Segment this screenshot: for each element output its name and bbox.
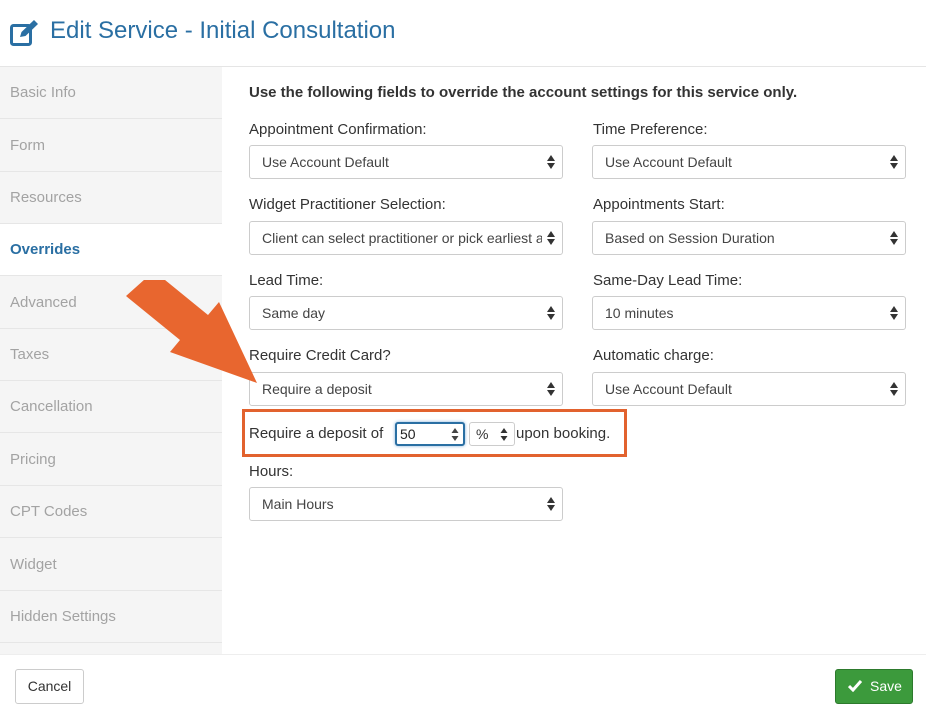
select-arrows-icon — [890, 231, 898, 245]
lead-time-value: Same day — [262, 305, 326, 321]
select-arrows-icon — [547, 155, 555, 169]
select-arrows-icon — [890, 382, 898, 396]
automatic-charge-value: Use Account Default — [605, 381, 732, 397]
appointment-confirmation-select[interactable]: Use Account Default — [249, 145, 563, 179]
select-arrows-icon — [547, 497, 555, 511]
deposit-amount-value: 50 — [400, 426, 416, 442]
require-credit-card-value: Require a deposit — [262, 381, 372, 397]
stepper-arrows-icon[interactable] — [451, 427, 459, 442]
deposit-unit-select[interactable]: % — [469, 422, 515, 446]
widget-practitioner-selection-select[interactable]: Client can select practitioner or pick e… — [249, 221, 563, 255]
appointment-confirmation-value: Use Account Default — [262, 154, 389, 170]
appointments-start-label: Appointments Start: — [593, 196, 725, 213]
modal-header: Edit Service - Initial Consultation — [0, 0, 926, 67]
automatic-charge-label: Automatic charge: — [593, 347, 714, 364]
time-preference-select[interactable]: Use Account Default — [592, 145, 906, 179]
sidebar-item-cancellation[interactable]: Cancellation — [0, 381, 222, 433]
select-arrows-icon — [547, 306, 555, 320]
select-arrows-icon — [547, 382, 555, 396]
sidebar-item-pricing[interactable]: Pricing — [0, 434, 222, 486]
sidebar-item-resources[interactable]: Resources — [0, 172, 222, 224]
same-day-lead-time-value: 10 minutes — [605, 305, 674, 321]
save-button-label: Save — [870, 678, 902, 694]
sidebar-item-form[interactable]: Form — [0, 120, 222, 172]
automatic-charge-select[interactable]: Use Account Default — [592, 372, 906, 406]
page-title: Edit Service - Initial Consultation — [50, 17, 396, 44]
select-arrows-icon — [547, 231, 555, 245]
deposit-suffix: upon booking. — [516, 425, 611, 442]
cancel-button[interactable]: Cancel — [15, 669, 84, 704]
time-preference-label: Time Preference: — [593, 121, 708, 138]
widget-practitioner-selection-value: Client can select practitioner or pick e… — [262, 230, 542, 246]
deposit-row: Require a deposit of 50 % upon booking. — [242, 409, 627, 457]
select-arrows-icon — [890, 155, 898, 169]
same-day-lead-time-label: Same-Day Lead Time: — [593, 272, 743, 289]
deposit-amount-input[interactable]: 50 — [395, 422, 465, 446]
deposit-prefix: Require a deposit of — [249, 425, 384, 442]
save-button[interactable]: Save — [835, 669, 913, 704]
select-arrows-icon — [890, 306, 898, 320]
deposit-unit-value: % — [476, 426, 489, 442]
sidebar-item-cpt-codes[interactable]: CPT Codes — [0, 486, 222, 538]
appointments-start-value: Based on Session Duration — [605, 230, 775, 246]
modal-footer: Cancel Save — [0, 654, 926, 710]
overrides-panel: Use the following fields to override the… — [222, 67, 926, 654]
hours-value: Main Hours — [262, 496, 334, 512]
overrides-intro: Use the following fields to override the… — [249, 84, 798, 101]
require-credit-card-label: Require Credit Card? — [249, 347, 391, 364]
hours-select[interactable]: Main Hours — [249, 487, 563, 521]
sidebar-item-overrides[interactable]: Overrides — [0, 224, 222, 276]
check-icon — [848, 680, 862, 692]
sidebar-item-basic-info[interactable]: Basic Info — [0, 67, 222, 119]
annotation-arrow-icon — [126, 280, 257, 383]
edit-icon — [10, 20, 38, 46]
appointments-start-select[interactable]: Based on Session Duration — [592, 221, 906, 255]
lead-time-select[interactable]: Same day — [249, 296, 563, 330]
require-credit-card-select[interactable]: Require a deposit — [249, 372, 563, 406]
sidebar-item-hidden-settings[interactable]: Hidden Settings — [0, 591, 222, 643]
same-day-lead-time-select[interactable]: 10 minutes — [592, 296, 906, 330]
hours-label: Hours: — [249, 463, 294, 480]
select-arrows-icon — [500, 428, 508, 441]
sidebar-item-widget[interactable]: Widget — [0, 539, 222, 591]
appointment-confirmation-label: Appointment Confirmation: — [249, 121, 427, 138]
widget-practitioner-selection-label: Widget Practitioner Selection: — [249, 196, 446, 213]
time-preference-value: Use Account Default — [605, 154, 732, 170]
